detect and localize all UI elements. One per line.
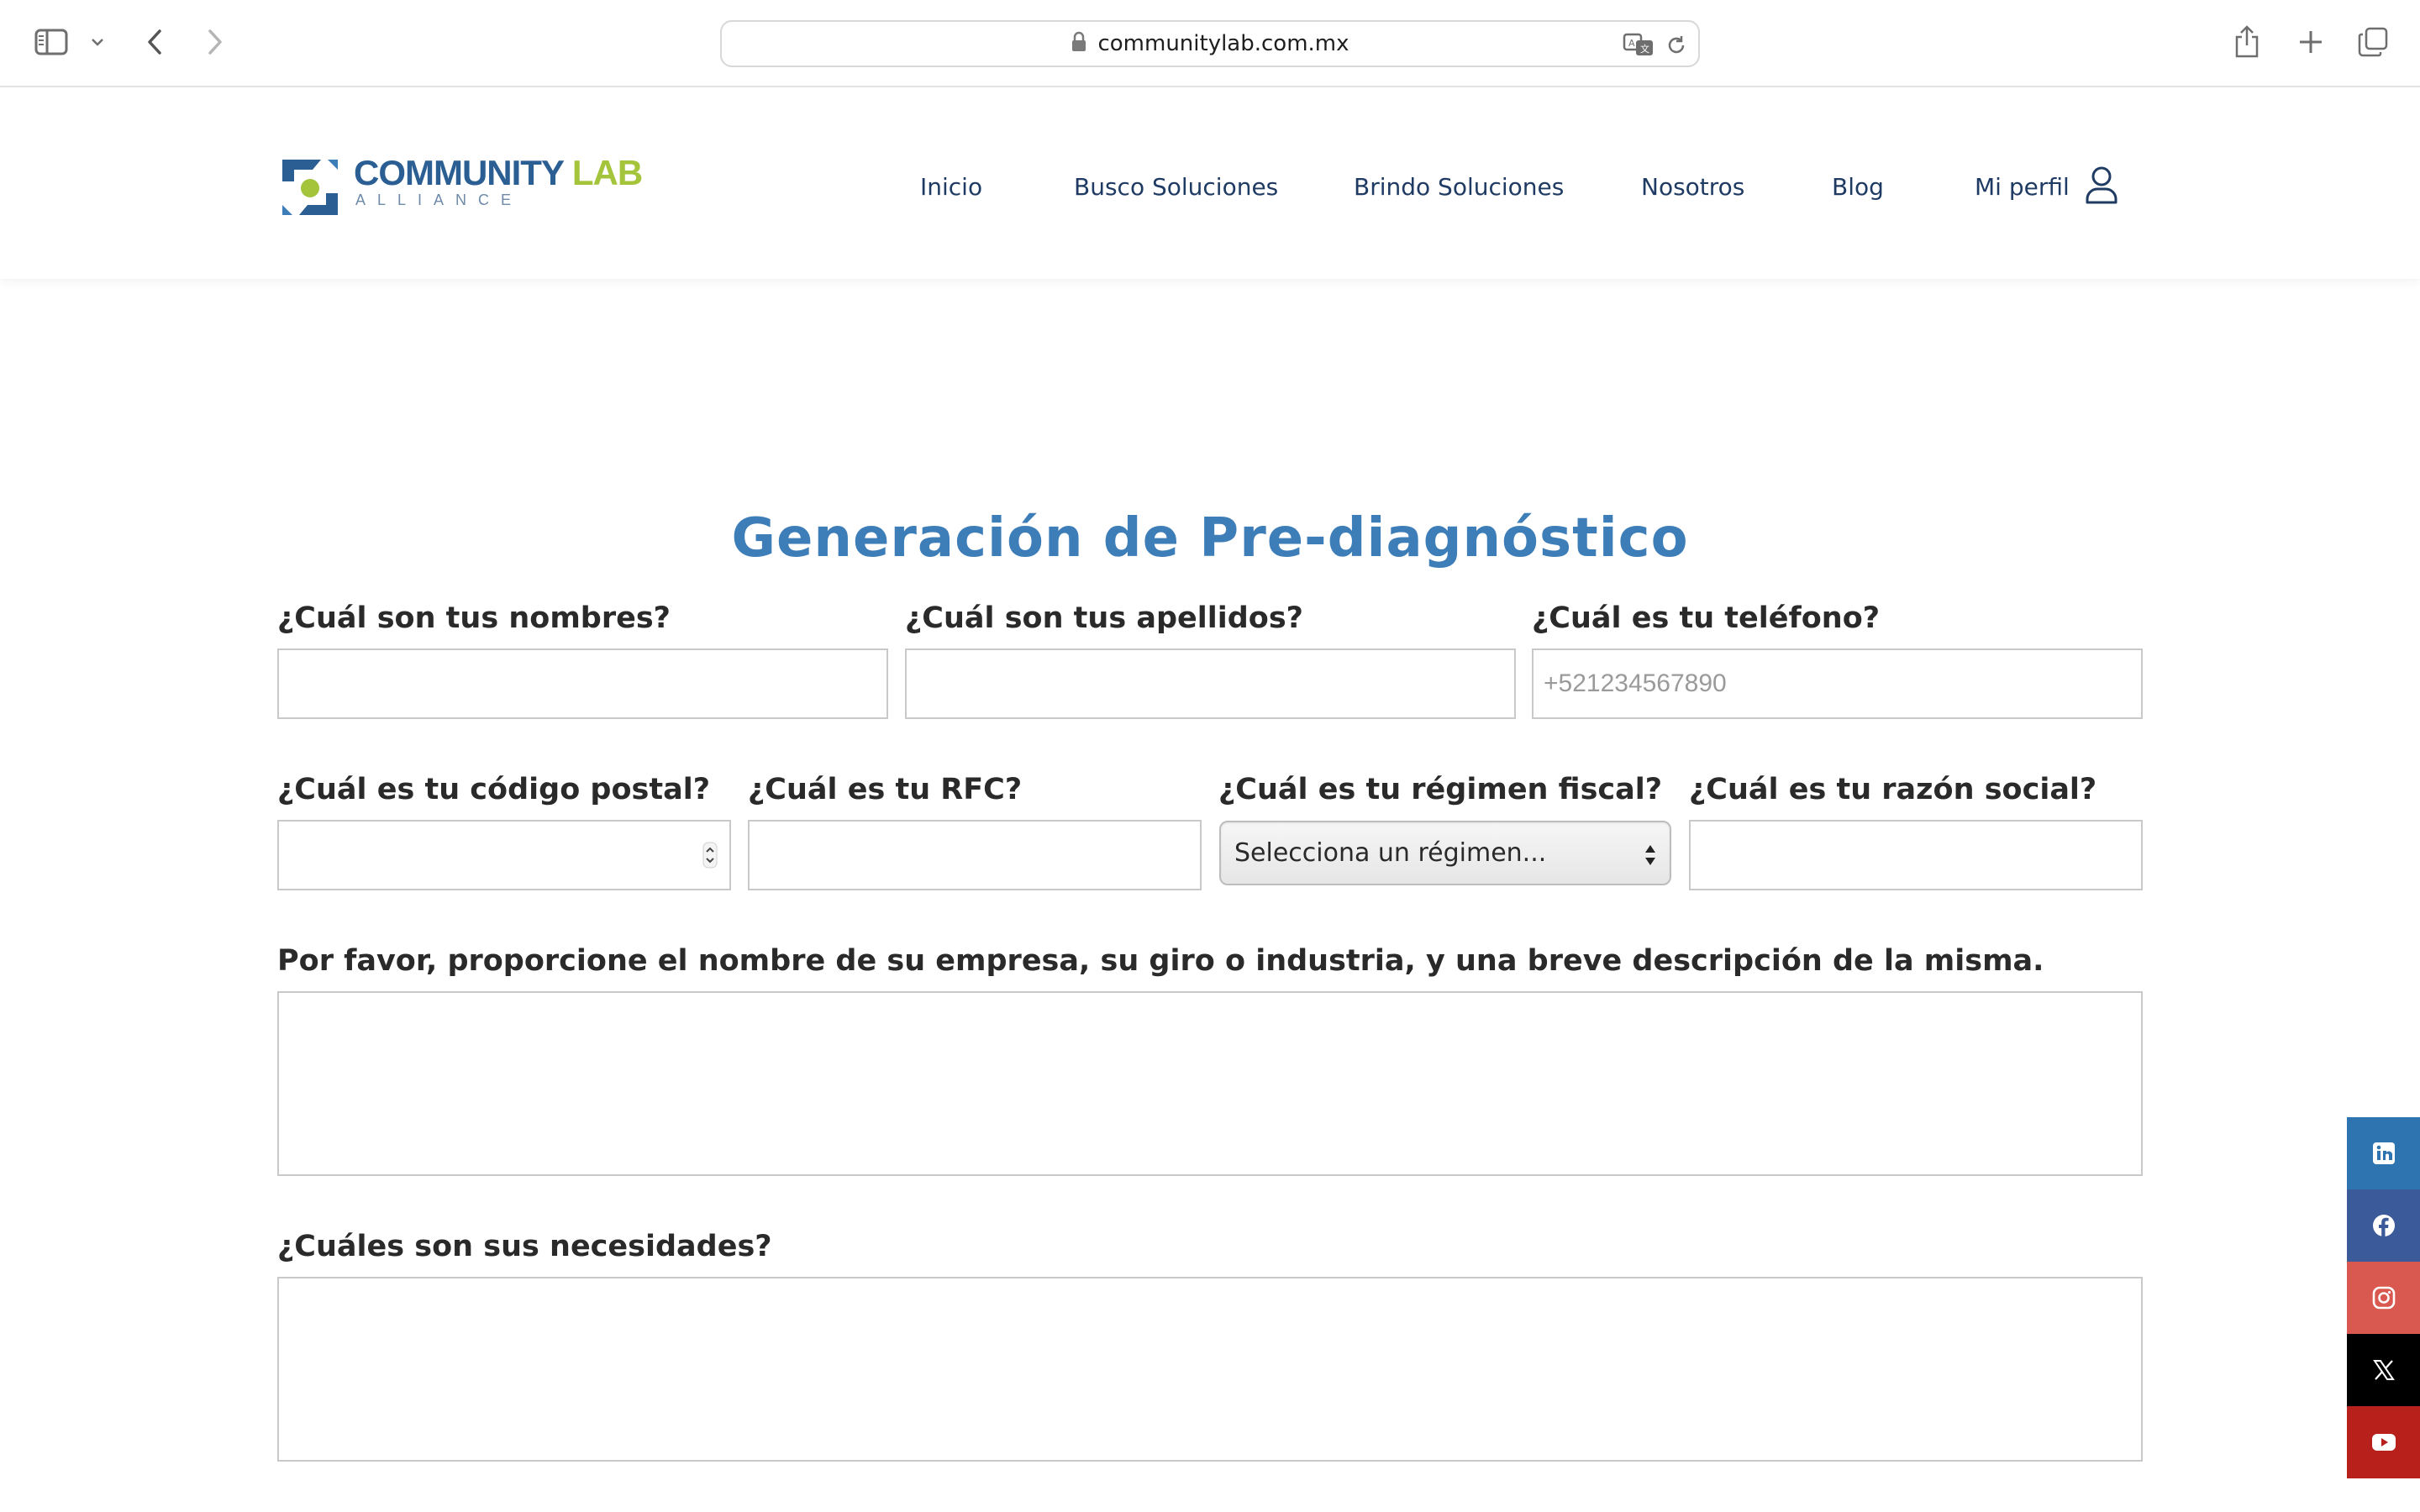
logo[interactable]: COMMUNITY LAB ALLIANCE — [277, 150, 655, 217]
x-icon — [2372, 1360, 2395, 1380]
nav-mi-perfil[interactable]: Mi perfil — [1975, 165, 2070, 208]
forward-icon[interactable] — [200, 25, 230, 59]
reload-icon[interactable] — [1665, 34, 1688, 61]
nombres-label: ¿Cuál son tus nombres? — [277, 601, 671, 635]
linkedin-icon — [2372, 1142, 2395, 1164]
codigo-postal-field[interactable] — [277, 820, 731, 890]
razon-social-field[interactable] — [1689, 820, 2143, 890]
page-title: Generación de Pre-diagnóstico — [731, 507, 1689, 570]
number-stepper-icon[interactable] — [702, 842, 718, 869]
site-header: COMMUNITY LAB ALLIANCE Inicio Busco Solu… — [0, 87, 2420, 279]
logo-subtitle: ALLIANCE — [355, 192, 523, 208]
logo-wordmark: COMMUNITY LAB — [354, 153, 643, 192]
back-icon[interactable] — [139, 25, 170, 59]
razon-social-label: ¿Cuál es tu razón social? — [1689, 773, 2097, 806]
nav-nosotros[interactable]: Nosotros — [1641, 165, 1744, 208]
telefono-label: ¿Cuál es tu teléfono? — [1532, 601, 1881, 635]
x-button[interactable] — [2347, 1334, 2420, 1406]
nav-brindo-soluciones[interactable]: Brindo Soluciones — [1354, 165, 1564, 208]
linkedin-button[interactable] — [2347, 1117, 2420, 1189]
lock-icon — [1071, 31, 1087, 57]
translate-icon[interactable]: A文 — [1623, 32, 1656, 61]
facebook-button[interactable] — [2347, 1189, 2420, 1262]
codigo-postal-label: ¿Cuál es tu código postal? — [277, 773, 711, 806]
empresa-label: Por favor, proporcione el nombre de su e… — [277, 944, 2044, 978]
nav-busco-soluciones[interactable]: Busco Soluciones — [1074, 165, 1278, 208]
svg-text:A: A — [1628, 38, 1635, 49]
url-text: communitylab.com.mx — [1097, 31, 1349, 56]
regimen-selected-value: Selecciona un régimen... — [1234, 838, 1547, 868]
telefono-field[interactable] — [1532, 648, 2143, 719]
browser-toolbar: communitylab.com.mx A文 — [0, 0, 2420, 87]
chevron-down-icon[interactable] — [87, 32, 108, 52]
share-icon[interactable] — [2230, 22, 2264, 62]
svg-text:文: 文 — [1640, 43, 1649, 55]
necesidades-label: ¿Cuáles son sus necesidades? — [277, 1230, 772, 1263]
regimen-select[interactable]: Selecciona un régimen... — [1219, 821, 1671, 885]
select-arrows-icon — [1645, 845, 1655, 865]
new-tab-icon[interactable] — [2294, 25, 2328, 59]
apellidos-label: ¿Cuál son tus apellidos? — [905, 601, 1303, 635]
apellidos-field[interactable] — [905, 648, 1516, 719]
nav-blog[interactable]: Blog — [1832, 165, 1884, 208]
rfc-field[interactable] — [748, 820, 1202, 890]
tabs-overview-icon[interactable] — [2356, 25, 2390, 59]
address-bar[interactable]: communitylab.com.mx A文 — [720, 20, 1700, 67]
sidebar-icon[interactable] — [32, 25, 71, 59]
regimen-label: ¿Cuál es tu régimen fiscal? — [1218, 773, 1663, 806]
user-icon[interactable] — [2085, 165, 2118, 208]
nombres-field[interactable] — [277, 648, 888, 719]
rfc-label: ¿Cuál es tu RFC? — [748, 773, 1023, 806]
necesidades-textarea[interactable] — [277, 1277, 2143, 1462]
instagram-button[interactable] — [2347, 1262, 2420, 1334]
logo-mark-icon — [282, 160, 338, 215]
instagram-icon — [2372, 1286, 2395, 1310]
empresa-textarea[interactable] — [277, 991, 2143, 1176]
youtube-icon — [2371, 1434, 2396, 1451]
nav-inicio[interactable]: Inicio — [920, 165, 982, 208]
youtube-button[interactable] — [2347, 1406, 2420, 1478]
facebook-icon — [2372, 1215, 2395, 1236]
